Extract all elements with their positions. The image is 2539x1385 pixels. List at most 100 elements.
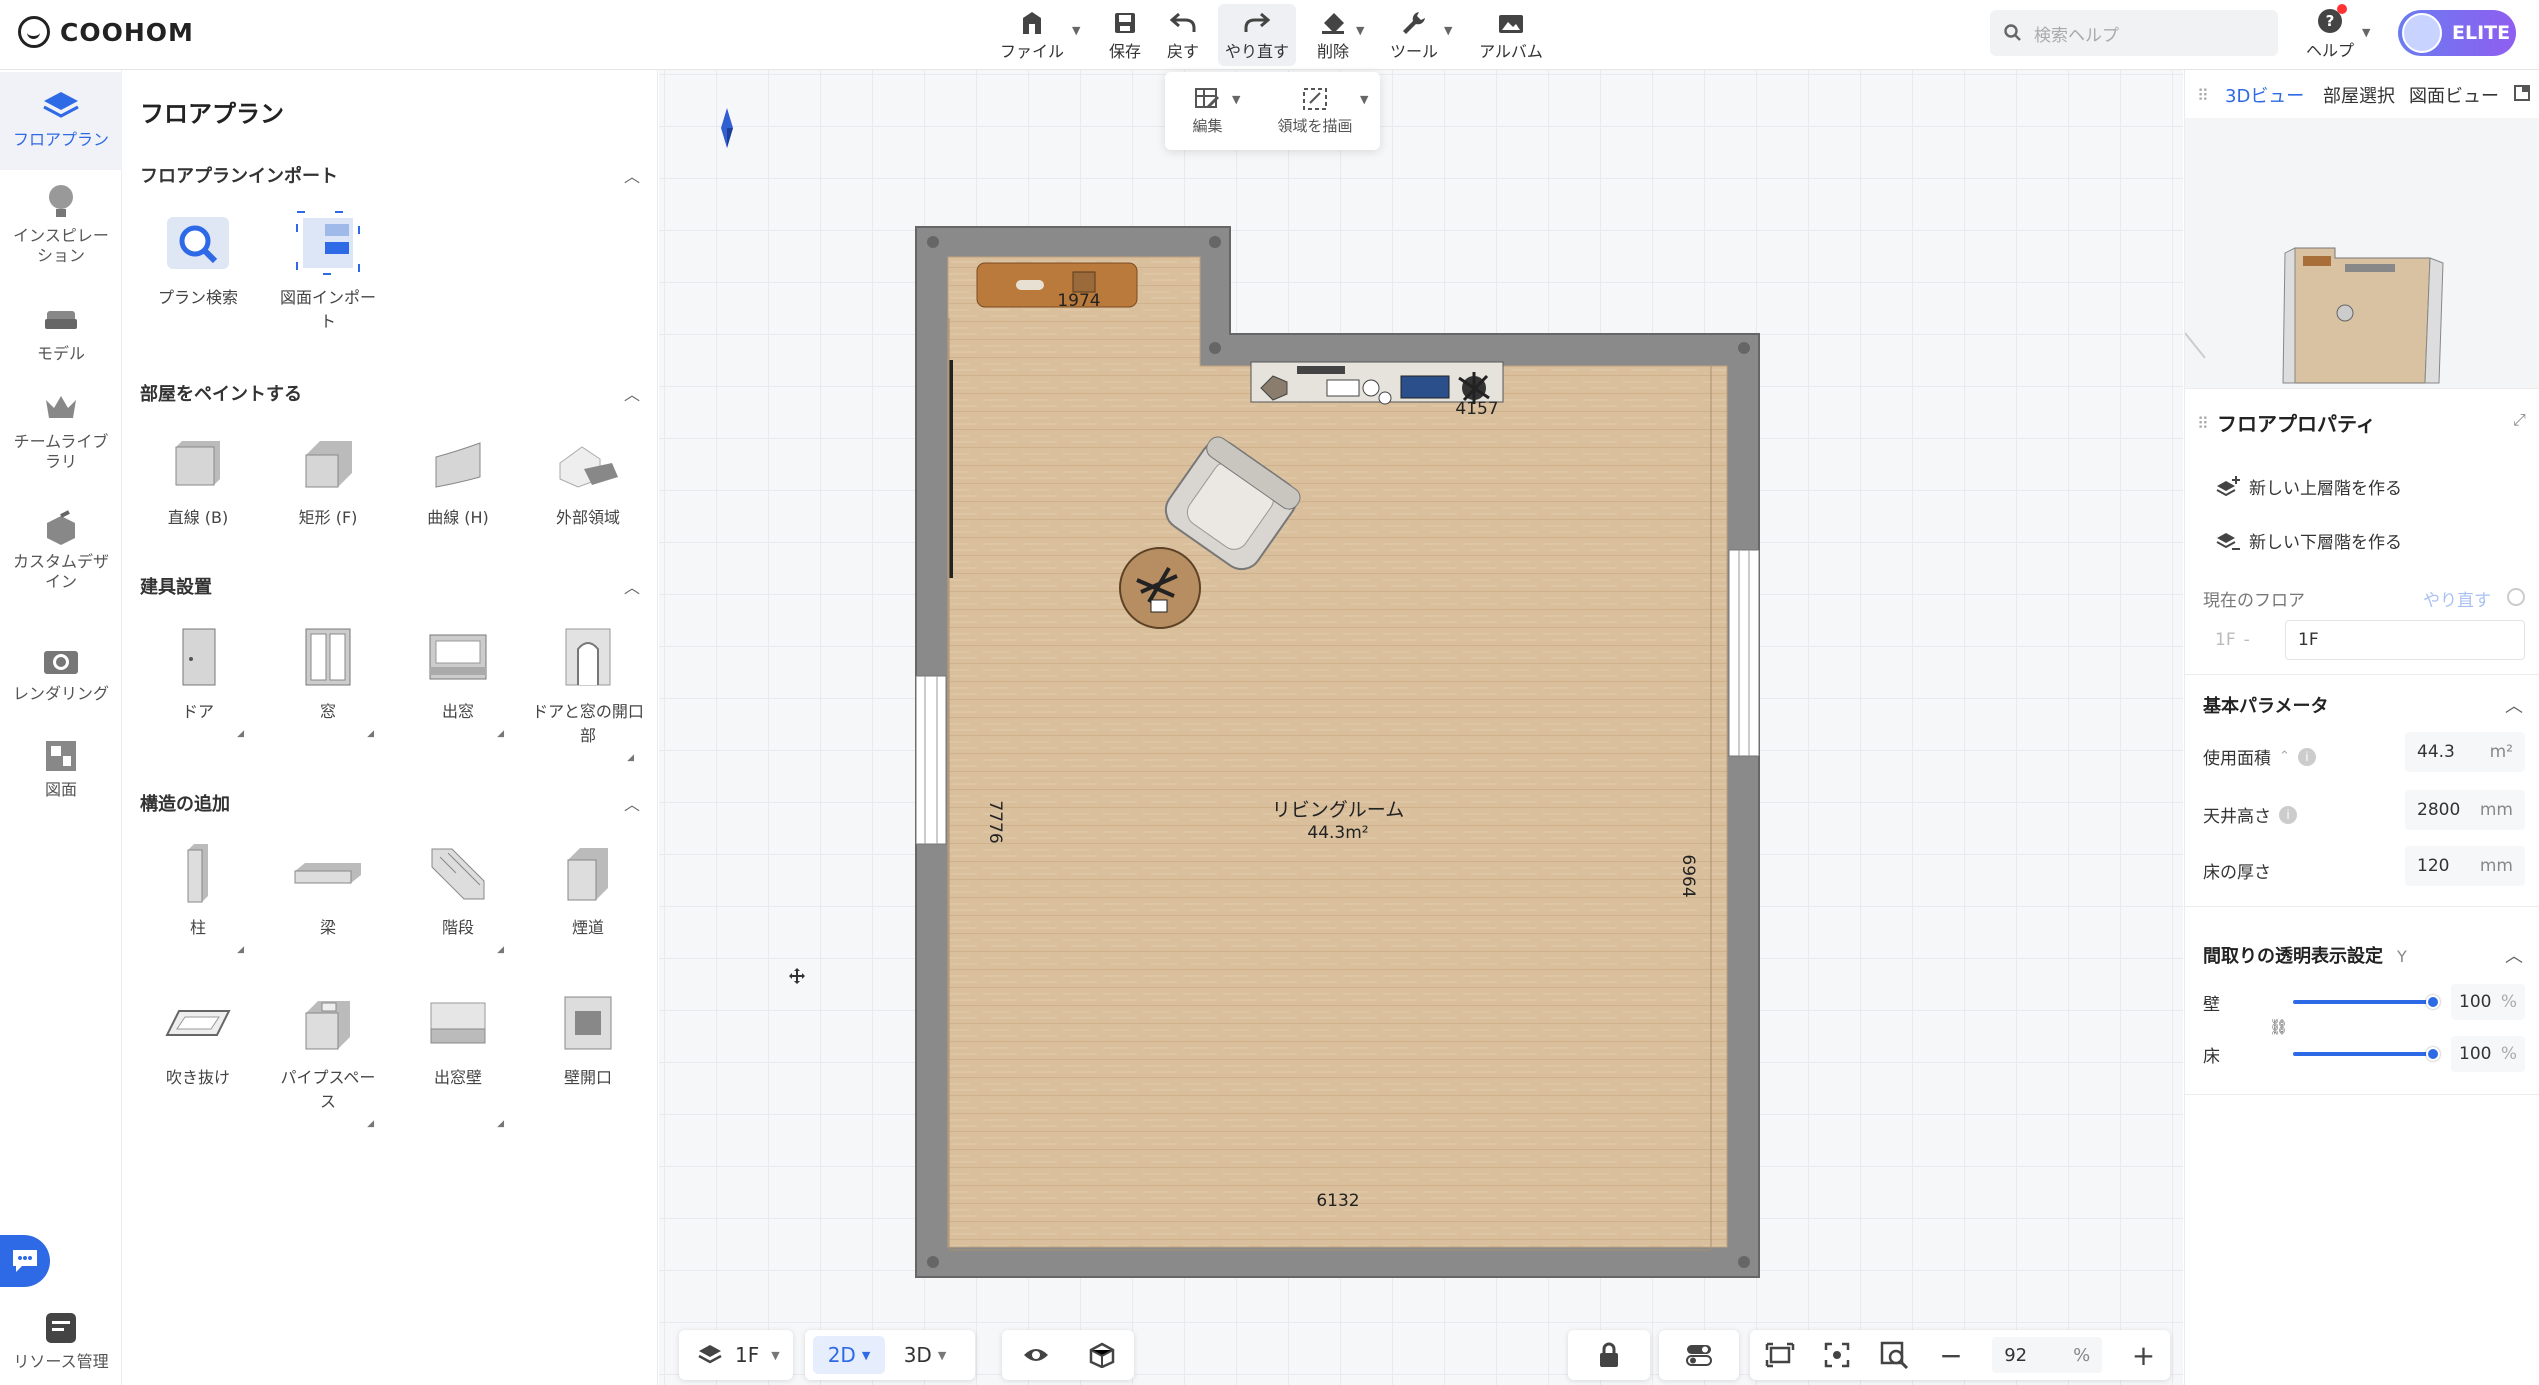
view-3d-button[interactable]: 3D ▼: [885, 1343, 965, 1367]
ceiling-height-input[interactable]: 2800 mm: [2405, 790, 2525, 830]
toggle-settings-icon[interactable]: [1685, 1343, 1713, 1367]
album-button[interactable]: アルバム: [1472, 4, 1550, 66]
draw-area-button[interactable]: 領域を描画 ▼: [1277, 87, 1369, 136]
window-tool[interactable]: 窓 ◢: [268, 622, 388, 739]
plan-search-tool[interactable]: プラン検索: [138, 208, 258, 310]
redo-button[interactable]: やり直す: [1218, 4, 1296, 66]
section-fixtures-header[interactable]: 建具設置 ︿: [140, 573, 640, 599]
bay-window-tool[interactable]: 出窓 ◢: [398, 622, 518, 739]
wall-slider-knob[interactable]: [2426, 995, 2440, 1009]
rail-item-drawing[interactable]: 図面: [0, 736, 122, 800]
zoom-input[interactable]: 92%: [1992, 1337, 2103, 1373]
file-menu-button[interactable]: ファイル: [998, 4, 1066, 66]
door-tool[interactable]: ドア ◢: [138, 622, 258, 739]
cube-icon[interactable]: [1089, 1342, 1115, 1368]
stairs-tool[interactable]: 階段 ◢: [398, 838, 518, 955]
tab-drawing-view[interactable]: 図面ビュー: [2409, 82, 2499, 108]
delete-caret-icon[interactable]: ▼: [1356, 24, 1364, 37]
section-paint-header[interactable]: 部屋をペイントする ︿: [140, 380, 640, 406]
wall-transparency-input[interactable]: 100%: [2451, 984, 2525, 1020]
eye-icon[interactable]: [1022, 1345, 1050, 1365]
add-upper-floor-button[interactable]: 新しい上層階を作る: [2215, 474, 2402, 499]
zoom-out-button[interactable]: −: [1939, 1339, 1962, 1372]
door-icon: [163, 622, 233, 692]
undo-button[interactable]: 戻す: [1158, 4, 1208, 66]
rail-item-resources[interactable]: リソース管理: [0, 1308, 122, 1372]
drawing-import-tool[interactable]: 図面インポート: [268, 208, 388, 334]
search-help-input[interactable]: 検索ヘルプ: [1990, 10, 2278, 56]
right-window[interactable]: [1728, 549, 1760, 757]
rail-item-model[interactable]: モデル: [0, 300, 122, 364]
room-name-label[interactable]: リビングルーム: [1272, 799, 1404, 821]
pipe-space-tool[interactable]: パイプスペース ◢: [268, 988, 388, 1129]
help-button[interactable]: ? ヘルプ: [2300, 4, 2360, 66]
rail-item-floorplan[interactable]: フロアプラン: [0, 72, 122, 170]
collapse-panel-icon[interactable]: ⤢: [2513, 410, 2526, 430]
rail-item-team-library[interactable]: チームライブラリ: [0, 388, 122, 472]
room-floor[interactable]: [948, 257, 1727, 1247]
tab-room-select[interactable]: 部屋選択: [2323, 82, 2395, 108]
transparency-header[interactable]: 間取りの透明表示設定 Y ︿: [2203, 942, 2523, 968]
3d-preview[interactable]: [2185, 118, 2539, 388]
focus-icon[interactable]: [1824, 1342, 1850, 1368]
atrium-tool[interactable]: 吹き抜け: [138, 988, 258, 1090]
file-caret-icon[interactable]: ▼: [1072, 24, 1080, 37]
wall-opening-icon: [553, 988, 623, 1058]
floor-thickness-input[interactable]: 120 mm: [2405, 846, 2525, 886]
left-window[interactable]: [915, 675, 947, 845]
fit-view-icon[interactable]: [1765, 1342, 1795, 1368]
rail-item-custom-design[interactable]: カスタムデザイン: [0, 508, 122, 592]
zoom-area-icon[interactable]: [1880, 1341, 1910, 1369]
paint-line-tool[interactable]: 直線 (B): [138, 428, 258, 530]
drag-handle-icon[interactable]: ⠿: [2197, 86, 2209, 105]
tools-menu-button[interactable]: ツール: [1384, 4, 1444, 66]
add-lower-floor-button[interactable]: 新しい下層階を作る: [2215, 528, 2402, 553]
delete-button[interactable]: 削除: [1305, 4, 1361, 66]
save-button[interactable]: 保存: [1100, 4, 1150, 66]
floor-transparency-slider[interactable]: [2293, 1052, 2433, 1056]
lock-icon[interactable]: [1598, 1342, 1620, 1368]
beam-icon: [293, 838, 363, 908]
edit-button[interactable]: 編集 ▼: [1192, 87, 1241, 136]
rail-item-rendering[interactable]: レンダリング: [0, 640, 122, 704]
zoom-in-button[interactable]: +: [2132, 1339, 2155, 1372]
help-caret-icon[interactable]: ▼: [2362, 26, 2370, 39]
paint-exterior-tool[interactable]: 外部領域: [528, 428, 648, 530]
paint-curve-tool[interactable]: 曲線 (H): [398, 428, 518, 530]
bay-wall-tool[interactable]: 出窓壁 ◢: [398, 988, 518, 1129]
flue-tool[interactable]: 煙道: [528, 838, 648, 940]
section-structure-header[interactable]: 構造の追加 ︿: [140, 790, 640, 816]
sofa-icon: [41, 300, 81, 340]
section-import-header[interactable]: フロアプランインポート ︿: [140, 162, 640, 188]
beam-tool[interactable]: 梁: [268, 838, 388, 940]
chat-support-button[interactable]: [0, 1235, 50, 1287]
paint-rect-tool[interactable]: 矩形 (F): [268, 428, 388, 530]
wall-transparency-slider[interactable]: [2293, 1000, 2433, 1004]
rail-item-inspiration[interactable]: インスピレーション: [0, 182, 122, 266]
wall-opening-tool[interactable]: 壁開口: [528, 988, 648, 1090]
floor-slider-knob[interactable]: [2426, 1047, 2440, 1061]
floor-selector[interactable]: 1F ▼: [679, 1330, 793, 1380]
floorplan-canvas[interactable]: 1974 4157 7776 6964 6132 リビングルーム 44.3m²: [659, 70, 2183, 1385]
column-tool[interactable]: 柱 ◢: [138, 838, 258, 955]
tab-3d-view[interactable]: 3Dビュー: [2225, 82, 2304, 108]
area-input[interactable]: 44.3 m²: [2405, 732, 2525, 772]
floor-name-input[interactable]: 1F: [2285, 620, 2525, 660]
redo-link[interactable]: やり直す: [2423, 586, 2491, 611]
coohom-logo[interactable]: COOHOM: [18, 14, 194, 50]
tools-caret-icon[interactable]: ▼: [1444, 24, 1452, 37]
opening-icon: [553, 622, 623, 692]
file-icon: [1017, 8, 1047, 38]
link-icon[interactable]: ⛓: [2269, 1018, 2288, 1036]
opening-tool[interactable]: ドアと窓の開口部 ◢: [528, 622, 648, 763]
expand-view-icon[interactable]: [2513, 84, 2531, 102]
basic-params-header[interactable]: 基本パラメータ ︿: [2203, 692, 2523, 718]
floor-plan[interactable]: 1974 4157 7776 6964 6132 リビングルーム 44.3m²: [659, 70, 2183, 1330]
left-door-frame[interactable]: [949, 360, 953, 578]
edit-floating-toolbar: 編集 ▼ 領域を描画 ▼: [1165, 72, 1380, 150]
account-badge[interactable]: ELITE: [2398, 10, 2516, 56]
dim-left: 7776: [985, 800, 1005, 843]
floor-transparency-input[interactable]: 100%: [2451, 1036, 2525, 1072]
view-2d-button[interactable]: 2D ▼: [813, 1336, 885, 1374]
drag-handle-icon[interactable]: ⠿: [2197, 414, 2209, 433]
